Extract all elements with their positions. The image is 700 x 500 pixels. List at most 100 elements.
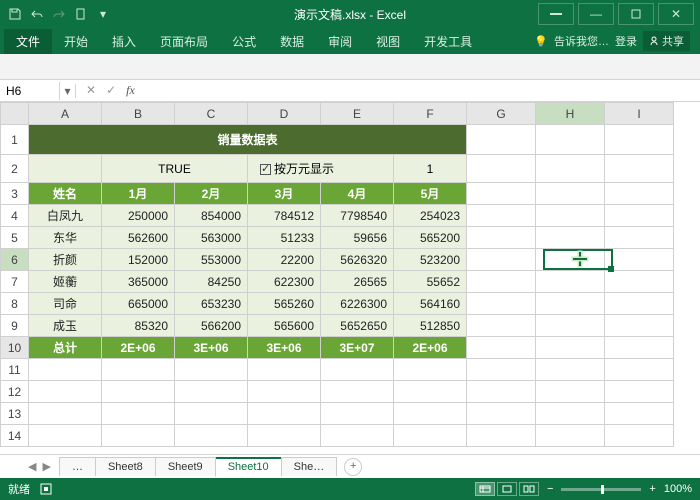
checkbox-cell[interactable]: 按万元显示	[248, 155, 394, 183]
close-icon[interactable]: ✕	[658, 3, 694, 25]
col-header[interactable]: E	[321, 103, 394, 125]
row-header[interactable]: 10	[1, 337, 29, 359]
sheet-tab[interactable]: Sheet8	[95, 457, 156, 476]
name-cell[interactable]: 司命	[29, 293, 102, 315]
col-header[interactable]: D	[248, 103, 321, 125]
name-cell[interactable]: 姬蘅	[29, 271, 102, 293]
name-cell[interactable]: 白凤九	[29, 205, 102, 227]
data-cell[interactable]: 22200	[248, 249, 321, 271]
add-sheet-button[interactable]: +	[344, 458, 362, 476]
col-header[interactable]: I	[605, 103, 674, 125]
sheet-tab-active[interactable]: Sheet10	[215, 457, 282, 477]
data-cell[interactable]: 365000	[102, 271, 175, 293]
page-break-view-icon[interactable]	[519, 482, 539, 496]
zoom-level[interactable]: 100%	[664, 483, 692, 495]
tab-home[interactable]: 开始	[52, 29, 100, 54]
tab-data[interactable]: 数据	[268, 29, 316, 54]
tab-view[interactable]: 视图	[364, 29, 412, 54]
save-icon[interactable]	[8, 7, 22, 21]
select-all-corner[interactable]	[1, 103, 29, 125]
name-cell[interactable]: 东华	[29, 227, 102, 249]
zoom-out-button[interactable]: −	[547, 483, 553, 495]
col-header[interactable]: G	[467, 103, 536, 125]
one-cell[interactable]: 1	[394, 155, 467, 183]
data-cell[interactable]: 784512	[248, 205, 321, 227]
data-cell[interactable]: 254023	[394, 205, 467, 227]
data-cell[interactable]: 85320	[102, 315, 175, 337]
data-cell[interactable]: 26565	[321, 271, 394, 293]
row-header[interactable]: 14	[1, 425, 29, 447]
row-header[interactable]: 4	[1, 205, 29, 227]
checkbox-icon[interactable]	[260, 164, 271, 175]
qat-dropdown-icon[interactable]: ▾	[96, 7, 110, 21]
row-header[interactable]: 3	[1, 183, 29, 205]
col-header[interactable]: C	[175, 103, 248, 125]
row-header[interactable]: 6	[1, 249, 29, 271]
table-title[interactable]: 销量数据表	[29, 125, 467, 155]
data-cell[interactable]: 512850	[394, 315, 467, 337]
name-box[interactable]: H6	[0, 82, 60, 100]
sheet-nav-next-icon[interactable]: ▶	[42, 460, 50, 473]
undo-icon[interactable]	[30, 7, 44, 21]
data-cell[interactable]: 5626320	[321, 249, 394, 271]
table-header[interactable]: 3月	[248, 183, 321, 205]
tab-developer[interactable]: 开发工具	[412, 29, 484, 54]
tab-insert[interactable]: 插入	[100, 29, 148, 54]
data-cell[interactable]: 665000	[102, 293, 175, 315]
row-header[interactable]: 9	[1, 315, 29, 337]
data-cell[interactable]: 250000	[102, 205, 175, 227]
page-layout-view-icon[interactable]	[497, 482, 517, 496]
row-header[interactable]: 13	[1, 403, 29, 425]
data-cell[interactable]: 7798540	[321, 205, 394, 227]
namebox-dropdown-icon[interactable]: ▾	[60, 84, 76, 98]
total-cell[interactable]: 3E+07	[321, 337, 394, 359]
redo-icon[interactable]	[52, 7, 66, 21]
name-cell[interactable]: 成玉	[29, 315, 102, 337]
data-cell[interactable]: 59656	[321, 227, 394, 249]
signin-link[interactable]: 登录	[615, 33, 637, 49]
row-header[interactable]: 12	[1, 381, 29, 403]
sheet-nav-prev-icon[interactable]: ◀	[28, 460, 36, 473]
data-cell[interactable]: 565260	[248, 293, 321, 315]
data-cell[interactable]: 564160	[394, 293, 467, 315]
data-cell[interactable]: 622300	[248, 271, 321, 293]
table-header[interactable]: 姓名	[29, 183, 102, 205]
data-cell[interactable]: 566200	[175, 315, 248, 337]
sheet-tab-more[interactable]: …	[59, 457, 96, 476]
data-cell[interactable]: 653230	[175, 293, 248, 315]
total-cell[interactable]: 3E+06	[248, 337, 321, 359]
row-header[interactable]: 5	[1, 227, 29, 249]
table-header[interactable]: 1月	[102, 183, 175, 205]
total-label[interactable]: 总计	[29, 337, 102, 359]
total-cell[interactable]: 2E+06	[102, 337, 175, 359]
total-cell[interactable]: 3E+06	[175, 337, 248, 359]
table-header[interactable]: 4月	[321, 183, 394, 205]
zoom-slider[interactable]	[561, 488, 641, 491]
normal-view-icon[interactable]	[475, 482, 495, 496]
data-cell[interactable]: 152000	[102, 249, 175, 271]
row-header[interactable]: 7	[1, 271, 29, 293]
row-header[interactable]: 11	[1, 359, 29, 381]
name-cell[interactable]: 折颜	[29, 249, 102, 271]
sheet-tab[interactable]: Sheet9	[155, 457, 216, 476]
col-header[interactable]: A	[29, 103, 102, 125]
data-cell[interactable]: 854000	[175, 205, 248, 227]
sheet-tab[interactable]: She…	[281, 457, 338, 476]
col-header[interactable]: F	[394, 103, 467, 125]
tab-formulas[interactable]: 公式	[220, 29, 268, 54]
table-header[interactable]: 2月	[175, 183, 248, 205]
data-cell[interactable]: 565200	[394, 227, 467, 249]
row-header[interactable]: 8	[1, 293, 29, 315]
data-cell[interactable]: 6226300	[321, 293, 394, 315]
row-header[interactable]: 1	[1, 125, 29, 155]
fill-handle[interactable]	[608, 266, 614, 272]
share-button[interactable]: 共享	[643, 31, 690, 51]
ribbon-options-icon[interactable]	[538, 3, 574, 25]
col-header[interactable]: H	[536, 103, 605, 125]
tab-review[interactable]: 审阅	[316, 29, 364, 54]
total-cell[interactable]: 2E+06	[394, 337, 467, 359]
data-cell[interactable]: 84250	[175, 271, 248, 293]
data-cell[interactable]: 562600	[102, 227, 175, 249]
data-cell[interactable]: 51233	[248, 227, 321, 249]
data-cell[interactable]: 523200	[394, 249, 467, 271]
